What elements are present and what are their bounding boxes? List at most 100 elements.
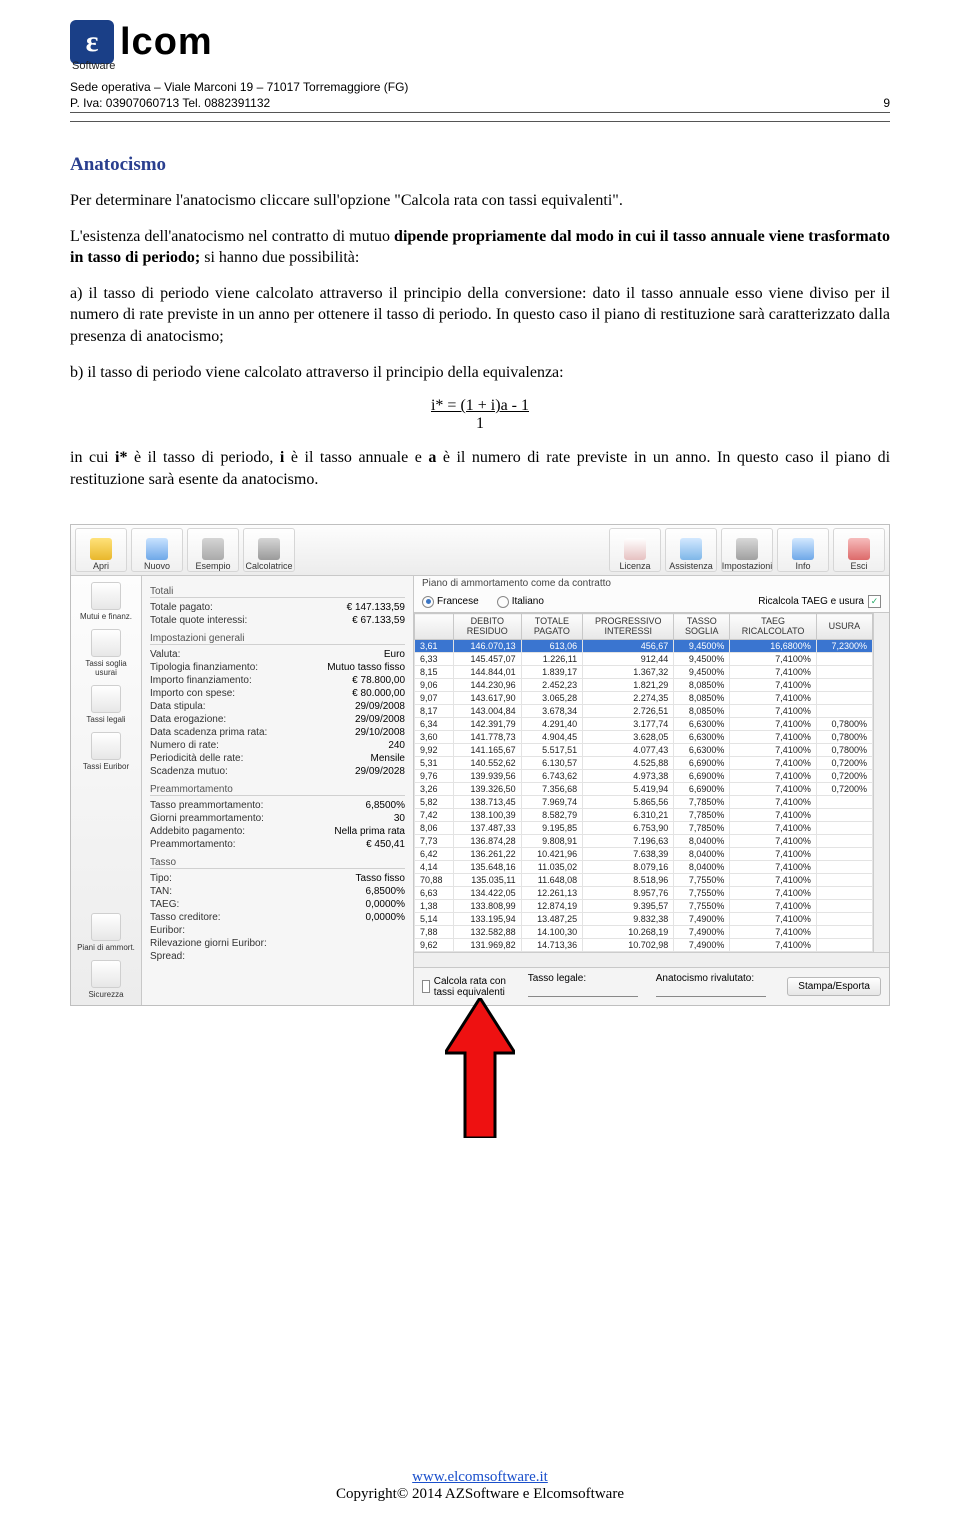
toolbar-icon bbox=[146, 538, 168, 560]
address-line: Sede operativa – Viale Marconi 19 – 7101… bbox=[70, 80, 890, 94]
footer-link[interactable]: www.elcomsoftware.it bbox=[412, 1469, 548, 1485]
toolbar-button-esempio[interactable]: Esempio bbox=[187, 528, 239, 572]
field-value: € 67.133,59 bbox=[352, 615, 405, 626]
table-row[interactable]: 8,15144.844,011.839,171.367,329,4500%7,4… bbox=[415, 666, 873, 679]
toolbar-icon bbox=[792, 538, 814, 560]
table-row[interactable]: 9,07143.617,903.065,282.274,358,0850%7,4… bbox=[415, 692, 873, 705]
table-row[interactable]: 7,73136.874,289.808,917.196,638,0400%7,4… bbox=[415, 835, 873, 848]
stampa-button[interactable]: Stampa/Esporta bbox=[787, 977, 881, 996]
field-value: € 147.133,59 bbox=[347, 602, 405, 613]
copyright: Copyright© 2014 AZSoftware e Elcomsoftwa… bbox=[336, 1486, 624, 1502]
table-header: USURA bbox=[816, 614, 872, 640]
nav-item[interactable]: Tassi soglia usurai bbox=[74, 629, 138, 677]
amortization-table: DEBITORESIDUOTOTALEPAGATOPROGRESSIVOINTE… bbox=[414, 613, 873, 952]
table-row[interactable]: 8,17143.004,843.678,342.726,518,0850%7,4… bbox=[415, 705, 873, 718]
table-row[interactable]: 3,61146.070,13613,06456,679,4500%16,6800… bbox=[415, 640, 873, 653]
table-row[interactable]: 6,63134.422,0512.261,138.957,767,7550%7,… bbox=[415, 887, 873, 900]
paragraph: L'esistenza dell'anatocismo nel contratt… bbox=[70, 226, 890, 269]
radio-italiano[interactable]: Italiano bbox=[497, 596, 544, 608]
nav-icon bbox=[91, 913, 121, 941]
anatocismo-field: Anatocismo rivalutato: bbox=[656, 973, 770, 1000]
table-row[interactable]: 9,76139.939,566.743,624.973,386,6900%7,4… bbox=[415, 770, 873, 783]
table-row[interactable]: 6,34142.391,794.291,403.177,746,6300%7,4… bbox=[415, 718, 873, 731]
paragraph: b) il tasso di periodo viene calcolato a… bbox=[70, 362, 890, 384]
scrollbar-vertical[interactable] bbox=[873, 613, 889, 952]
scrollbar-horizontal[interactable] bbox=[414, 952, 889, 967]
logo-icon: ε bbox=[70, 20, 114, 64]
formula: i* = (1 + i)a - 1 1 bbox=[70, 397, 890, 433]
toolbar-button-calcolatrice[interactable]: Calcolatrice bbox=[243, 528, 295, 572]
table-header: TASSOSOGLIA bbox=[674, 614, 730, 640]
toolbar-right: LicenzaAssistenzaImpostazioniInfoEsci bbox=[609, 528, 885, 572]
radio-francese[interactable]: Francese bbox=[422, 596, 479, 608]
toolbar-button-apri[interactable]: Apri bbox=[75, 528, 127, 572]
main-panel: Piano di ammortamento come da contratto … bbox=[414, 576, 889, 1005]
paragraph: in cui i* è il tasso di periodo, i è il … bbox=[70, 447, 890, 490]
form-panel: Totali Totale pagato:€ 147.133,59 Totale… bbox=[142, 576, 414, 1005]
ricalcola-checkbox[interactable]: Ricalcola TAEG e usura ✓ bbox=[758, 595, 881, 608]
toolbar-icon bbox=[680, 538, 702, 560]
toolbar-left: ApriNuovoEsempioCalcolatrice bbox=[75, 528, 295, 572]
table-row[interactable]: 1,38133.808,9912.874,199.395,577,7550%7,… bbox=[415, 900, 873, 913]
toolbar-button-info[interactable]: Info bbox=[777, 528, 829, 572]
table-row[interactable]: 6,42136.261,2210.421,967.638,398,0400%7,… bbox=[415, 848, 873, 861]
main-options-row: Francese Italiano Ricalcola TAEG e usura… bbox=[414, 591, 889, 613]
nav-icon bbox=[91, 582, 121, 610]
field-label: Totale quote interessi: bbox=[150, 615, 247, 626]
table-row[interactable]: 5,82138.713,457.969,745.865,567,7850%7,4… bbox=[415, 796, 873, 809]
nav-item[interactable]: Piani di ammort. bbox=[74, 913, 138, 952]
table-row[interactable]: 7,88132.582,8814.100,3010.268,197,4900%7… bbox=[415, 926, 873, 939]
toolbar-button-impostazioni[interactable]: Impostazioni bbox=[721, 528, 773, 572]
page-header: ε lcom Software Sede operativa – Viale M… bbox=[70, 20, 890, 128]
toolbar-button-licenza[interactable]: Licenza bbox=[609, 528, 661, 572]
table-row[interactable]: 7,42138.100,398.582,796.310,217,7850%7,4… bbox=[415, 809, 873, 822]
piva-line: P. Iva: 03907060713 Tel. 0882391132 bbox=[70, 96, 270, 110]
table-row[interactable]: 3,60141.778,734.904,453.628,056,6300%7,4… bbox=[415, 731, 873, 744]
toolbar-button-nuovo[interactable]: Nuovo bbox=[131, 528, 183, 572]
page-number: 9 bbox=[883, 96, 890, 110]
page-footer: www.elcomsoftware.it Copyright© 2014 AZS… bbox=[0, 1469, 960, 1503]
field-label: Totale pagato: bbox=[150, 602, 213, 613]
nav-item[interactable]: Tassi legali bbox=[74, 685, 138, 724]
toolbar-button-esci[interactable]: Esci bbox=[833, 528, 885, 572]
section-title: Anatocismo bbox=[70, 154, 890, 176]
table-header: PROGRESSIVOINTERESSI bbox=[583, 614, 674, 640]
toolbar-icon bbox=[848, 538, 870, 560]
checkbox-icon: ✓ bbox=[868, 595, 881, 608]
table-header: TAEGRICALCOLATO bbox=[730, 614, 816, 640]
table-row[interactable]: 70,88135.035,1111.648,088.518,967,7550%7… bbox=[415, 874, 873, 887]
calc-equiv-checkbox[interactable]: Calcola rata con tassi equivalenti bbox=[422, 976, 510, 998]
callout-arrow-icon bbox=[70, 998, 890, 1138]
app-screenshot: ApriNuovoEsempioCalcolatrice LicenzaAssi… bbox=[70, 524, 890, 1006]
table-row[interactable]: 5,14133.195,9413.487,259.832,387,4900%7,… bbox=[415, 913, 873, 926]
logo-wordmark: lcom bbox=[120, 21, 213, 64]
table-row[interactable]: 9,06144.230,962.452,231.821,298,0850%7,4… bbox=[415, 679, 873, 692]
radio-dot-icon bbox=[497, 596, 509, 608]
paragraph: Per determinare l'anatocismo cliccare su… bbox=[70, 190, 890, 212]
group-label: Tasso bbox=[150, 857, 405, 869]
nav-item[interactable]: Tassi Euribor bbox=[74, 732, 138, 771]
software-label: Software bbox=[72, 60, 890, 72]
toolbar-button-assistenza[interactable]: Assistenza bbox=[665, 528, 717, 572]
nav-icon bbox=[91, 732, 121, 760]
logo: ε lcom bbox=[70, 20, 890, 64]
divider bbox=[70, 112, 890, 113]
table-row[interactable]: 4,14135.648,1611.035,028.079,168,0400%7,… bbox=[415, 861, 873, 874]
table-row[interactable]: 5,31140.552,626.130,574.525,886,6900%7,4… bbox=[415, 757, 873, 770]
nav-item[interactable]: Mutui e finanz. bbox=[74, 582, 138, 621]
table-row[interactable]: 8,06137.487,339.195,856.753,907,7850%7,4… bbox=[415, 822, 873, 835]
table-header: TOTALEPAGATO bbox=[521, 614, 583, 640]
table-header bbox=[415, 614, 454, 640]
table-row[interactable]: 6,33145.457,071.226,11912,449,4500%7,410… bbox=[415, 653, 873, 666]
table-header: DEBITORESIDUO bbox=[454, 614, 522, 640]
main-caption: Piano di ammortamento come da contratto bbox=[414, 576, 889, 591]
tasso-legale-field: Tasso legale: bbox=[528, 973, 638, 1000]
toolbar: ApriNuovoEsempioCalcolatrice LicenzaAssi… bbox=[71, 525, 889, 576]
table-row[interactable]: 9,92141.165,675.517,514.077,436,6300%7,4… bbox=[415, 744, 873, 757]
table-row[interactable]: 3,26139.326,507.356,685.419,946,6900%7,4… bbox=[415, 783, 873, 796]
group-label: Preammortamento bbox=[150, 784, 405, 796]
toolbar-icon bbox=[90, 538, 112, 560]
table-row[interactable]: 9,62131.969,8214.713,3610.702,987,4900%7… bbox=[415, 939, 873, 952]
nav-item[interactable]: Sicurezza bbox=[74, 960, 138, 999]
divider bbox=[70, 121, 890, 122]
